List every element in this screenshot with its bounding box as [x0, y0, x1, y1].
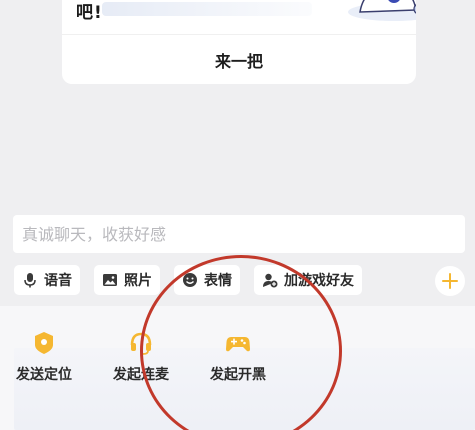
add-friend-icon: [263, 273, 278, 288]
microphone-icon: [24, 273, 36, 288]
play-now-button[interactable]: 来一把: [62, 38, 416, 82]
message-input[interactable]: [13, 215, 465, 253]
faded-card-text: [102, 2, 312, 16]
send-location-label: 发送定位: [16, 367, 72, 383]
mascot-illustration: [348, 0, 416, 21]
voice-label: 语音: [44, 273, 72, 289]
more-options-button[interactable]: [435, 266, 465, 296]
card-divider: [62, 34, 416, 35]
game-invite-card: 吧! 来一把: [62, 0, 416, 84]
image-icon: [103, 274, 117, 286]
add-game-friend-label: 加游戏好友: [284, 273, 354, 289]
message-input-box[interactable]: [13, 215, 465, 253]
card-message-text: 吧!: [76, 3, 103, 23]
voice-button[interactable]: 语音: [14, 265, 80, 295]
emoji-label: 表情: [204, 273, 232, 289]
start-team-play-action[interactable]: 发起开黑: [200, 330, 276, 384]
location-icon: [35, 332, 53, 354]
photo-button[interactable]: 照片: [94, 265, 160, 295]
plus-icon: [442, 273, 458, 289]
start-voice-link-action[interactable]: 发起连麦: [103, 330, 179, 384]
send-location-action[interactable]: 发送定位: [6, 330, 82, 384]
start-team-play-label: 发起开黑: [210, 367, 266, 383]
start-voice-link-label: 发起连麦: [113, 367, 169, 383]
add-game-friend-button[interactable]: 加游戏好友: [254, 265, 362, 295]
emoji-icon: [183, 273, 197, 287]
emoji-button[interactable]: 表情: [174, 265, 240, 295]
photo-label: 照片: [124, 273, 152, 289]
headset-icon: [130, 332, 152, 355]
gamepad-icon: [226, 337, 250, 352]
